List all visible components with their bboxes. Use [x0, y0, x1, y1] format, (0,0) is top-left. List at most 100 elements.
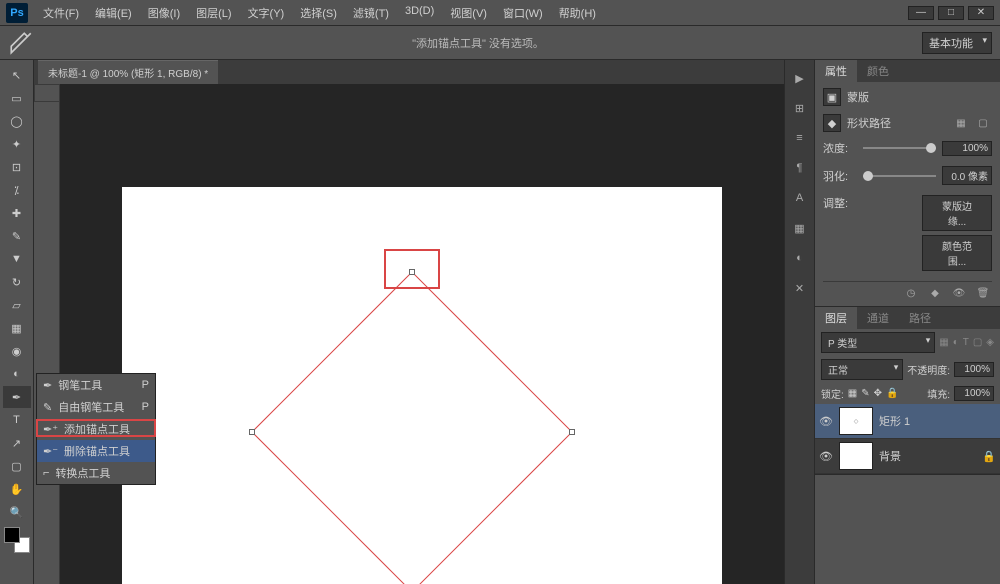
type-tool[interactable]: T: [3, 409, 31, 431]
filter-type-icon[interactable]: T: [963, 337, 969, 348]
healing-tool[interactable]: ✚: [3, 202, 31, 224]
menu-help[interactable]: 帮助(H): [552, 2, 603, 24]
feather-label: 羽化:: [823, 168, 857, 184]
blur-tool[interactable]: ◉: [3, 340, 31, 362]
swatches-icon[interactable]: ⊞: [788, 96, 812, 120]
zoom-tool[interactable]: 🔍: [3, 501, 31, 523]
paths-tab[interactable]: 路径: [899, 307, 941, 329]
anchor-point-left[interactable]: [249, 429, 255, 435]
mask-edge-button[interactable]: 蒙版边缘...: [922, 195, 992, 231]
pen-tool[interactable]: ✒: [3, 386, 31, 408]
move-tool[interactable]: ↖: [3, 64, 31, 86]
options-message: "添加锚点工具" 没有选项。: [34, 35, 922, 51]
eyedropper-tool[interactable]: ⁒: [3, 179, 31, 201]
menu-select[interactable]: 选择(S): [293, 2, 344, 24]
close-dock-icon[interactable]: ✕: [788, 276, 812, 300]
canvas-viewport[interactable]: [60, 102, 784, 584]
character-icon[interactable]: A: [788, 186, 812, 210]
close-button[interactable]: ✕: [968, 6, 994, 20]
brush-tool[interactable]: ✎: [3, 225, 31, 247]
layers-tab[interactable]: 图层: [815, 307, 857, 329]
vertical-ruler: [34, 102, 60, 584]
lock-all-icon[interactable]: 🔒: [886, 388, 898, 399]
properties-tab[interactable]: 属性: [815, 60, 857, 82]
menu-filter[interactable]: 滤镜(T): [346, 2, 396, 24]
styles-icon[interactable]: ▦: [788, 216, 812, 240]
blend-mode-dropdown[interactable]: 正常: [821, 359, 903, 380]
apply-mask-icon[interactable]: ◆: [926, 286, 944, 300]
menu-layer[interactable]: 图层(L): [189, 2, 238, 24]
layer-name[interactable]: 背景: [879, 448, 901, 464]
document-tab[interactable]: 未标题-1 @ 100% (矩形 1, RGB/8) *: [38, 60, 218, 84]
opacity-value[interactable]: 100%: [954, 362, 994, 377]
menu-3d[interactable]: 3D(D): [398, 2, 441, 24]
eraser-tool[interactable]: ▱: [3, 294, 31, 316]
history-icon[interactable]: ▶: [788, 66, 812, 90]
lock-image-icon[interactable]: ✎: [861, 388, 869, 399]
menu-type[interactable]: 文字(Y): [241, 2, 292, 24]
history-brush-tool[interactable]: ↻: [3, 271, 31, 293]
crop-tool[interactable]: ⊡: [3, 156, 31, 178]
shape-tool[interactable]: ▢: [3, 455, 31, 477]
delete-mask-icon[interactable]: 🗑: [974, 286, 992, 300]
stamp-tool[interactable]: ▼: [3, 248, 31, 270]
channels-tab[interactable]: 通道: [857, 307, 899, 329]
brushes-icon[interactable]: ≡: [788, 126, 812, 150]
dodge-tool[interactable]: ◐: [3, 363, 31, 385]
filter-shape-icon[interactable]: ▢: [973, 337, 982, 348]
properties-panel: 属性 颜色 ▣ 蒙版 ◆ 形状路径 ▦ ▢ 浓度:: [815, 60, 1000, 307]
color-tab[interactable]: 颜色: [857, 60, 899, 82]
layer-item[interactable]: 👁 ◇ 矩形 1: [815, 404, 1000, 439]
density-value[interactable]: 100%: [942, 141, 992, 156]
flyout-convert-point-tool[interactable]: ⌐转换点工具: [37, 462, 155, 484]
visibility-toggle[interactable]: 👁: [819, 450, 833, 463]
load-selection-icon[interactable]: ◷: [902, 286, 920, 300]
shape-icon: ◆: [823, 114, 841, 132]
menu-image[interactable]: 图像(I): [141, 2, 187, 24]
feather-value[interactable]: 0.0 像素: [942, 166, 992, 185]
visibility-toggle[interactable]: 👁: [819, 415, 833, 428]
minimize-button[interactable]: —: [908, 6, 934, 20]
flyout-freeform-pen-tool[interactable]: ✎自由钢笔工具P: [37, 396, 155, 418]
menu-view[interactable]: 视图(V): [443, 2, 494, 24]
filter-smart-icon[interactable]: ◈: [986, 337, 994, 348]
anchor-point-right[interactable]: [569, 429, 575, 435]
color-swatches[interactable]: [4, 527, 30, 553]
foreground-color[interactable]: [4, 527, 20, 543]
menu-window[interactable]: 窗口(W): [496, 2, 550, 24]
adjustments-icon[interactable]: ◐: [788, 246, 812, 270]
lock-position-icon[interactable]: ✥: [874, 388, 882, 399]
paragraph-icon[interactable]: ¶: [788, 156, 812, 180]
gradient-tool[interactable]: ▦: [3, 317, 31, 339]
shape-path[interactable]: [122, 187, 722, 584]
path-selection-tool[interactable]: ↗: [3, 432, 31, 454]
layer-list: 👁 ◇ 矩形 1 👁 背景 🔒: [815, 404, 1000, 474]
maximize-button[interactable]: □: [938, 6, 964, 20]
fill-value[interactable]: 100%: [954, 386, 994, 401]
magic-wand-tool[interactable]: ✦: [3, 133, 31, 155]
layer-filter-kind[interactable]: P 类型: [821, 332, 935, 353]
canvas[interactable]: [122, 187, 722, 584]
density-slider[interactable]: [863, 147, 936, 149]
mask-icon: ▣: [823, 88, 841, 106]
filter-pixel-icon[interactable]: ▦: [939, 337, 948, 348]
toggle-mask-icon[interactable]: 👁: [950, 286, 968, 300]
flyout-pen-tool[interactable]: ✒钢笔工具P: [37, 374, 155, 396]
feather-slider[interactable]: [863, 175, 936, 177]
lasso-tool[interactable]: ◯: [3, 110, 31, 132]
filter-adjust-icon[interactable]: ◐: [953, 337, 959, 348]
current-tool-icon[interactable]: [8, 32, 34, 54]
workspace-switcher[interactable]: 基本功能: [922, 32, 992, 54]
menu-edit[interactable]: 编辑(E): [88, 2, 139, 24]
lock-transparent-icon[interactable]: ▦: [848, 388, 857, 399]
pixel-mask-icon[interactable]: ▦: [952, 116, 970, 130]
vector-mask-icon[interactable]: ▢: [974, 116, 992, 130]
flyout-add-anchor-tool[interactable]: ✒⁺添加锚点工具: [37, 418, 155, 440]
layer-name[interactable]: 矩形 1: [879, 413, 910, 429]
menu-file[interactable]: 文件(F): [36, 2, 86, 24]
marquee-tool[interactable]: ▭: [3, 87, 31, 109]
hand-tool[interactable]: ✋: [3, 478, 31, 500]
flyout-delete-anchor-tool[interactable]: ✒⁻删除锚点工具: [37, 440, 155, 462]
layer-item[interactable]: 👁 背景 🔒: [815, 439, 1000, 474]
color-range-button[interactable]: 颜色范围...: [922, 235, 992, 271]
